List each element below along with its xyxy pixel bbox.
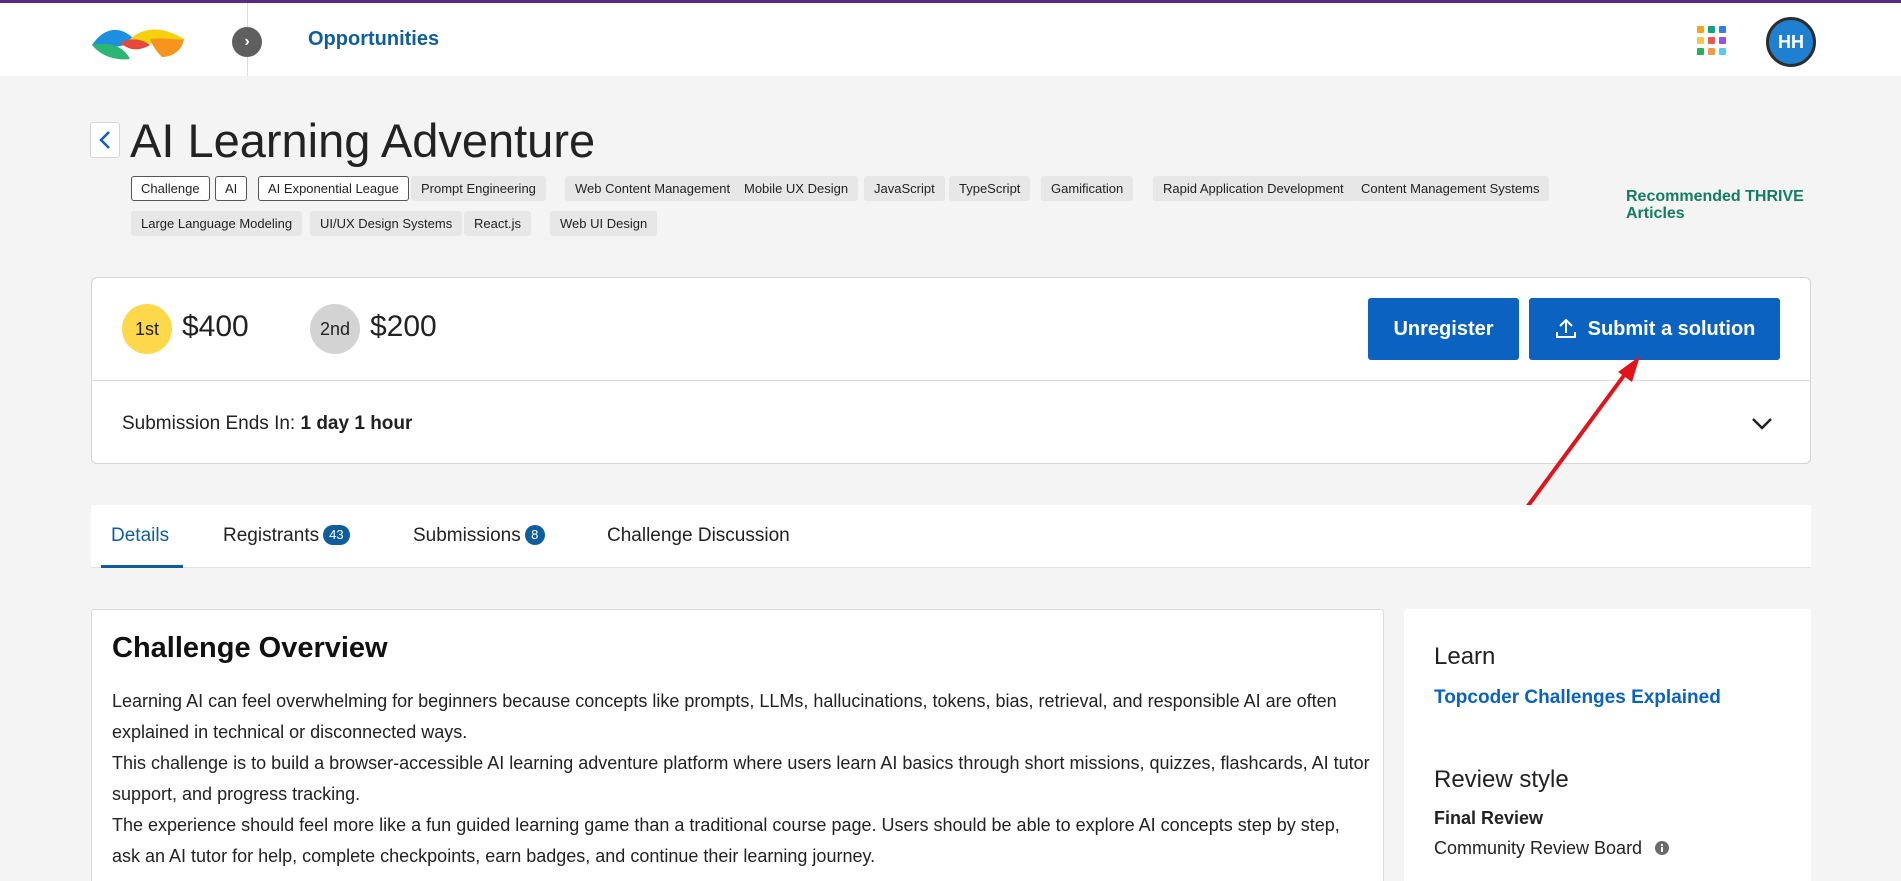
skill-tag: UI/UX Design Systems (310, 211, 463, 236)
submission-deadline: Submission Ends In: 1 day 1 hour (122, 413, 412, 435)
chevron-left-icon (99, 131, 110, 149)
tab-submissions-label: Submissions (413, 525, 521, 546)
page-title: AI Learning Adventure (130, 114, 596, 167)
skill-tag: TypeScript (949, 176, 1031, 201)
unregister-button[interactable]: Unregister (1368, 298, 1519, 360)
skill-tag: Content Management Systems (1351, 176, 1550, 201)
apps-grid-dot (1697, 48, 1704, 55)
registrants-count-badge: 43 (323, 525, 350, 545)
skill-tag: React.js (464, 211, 531, 236)
nav-expand-button[interactable]: › (232, 27, 262, 57)
challenge-overview-panel: Challenge Overview Learning AI can feel … (91, 609, 1384, 881)
prize-second-amount: $200 (370, 310, 437, 343)
tab-registrants-label: Registrants (223, 525, 320, 546)
submit-solution-label: Submit a solution (1587, 317, 1756, 340)
upload-icon (1555, 318, 1576, 338)
topcoder-logo[interactable] (90, 23, 186, 63)
skill-tag: Challenge (131, 176, 210, 201)
learn-heading: Learn (1434, 643, 1496, 670)
challenge-tabs: Details Registrants 43 Submissions 8 Chall… (91, 505, 1811, 568)
apps-grid-dot (1708, 48, 1715, 55)
submissions-count-badge: 8 (524, 525, 545, 545)
prize-second-badge: 2nd (310, 304, 360, 354)
apps-grid-dot (1697, 26, 1704, 33)
tab-challenge-discussion[interactable]: Challenge Discussion (607, 525, 790, 547)
tab-details[interactable]: Details (111, 525, 169, 547)
overview-body: Learning AI can feel overwhelming for be… (112, 686, 1372, 872)
back-button[interactable] (90, 122, 120, 158)
skill-tag: AI Exponential League (258, 176, 409, 201)
apps-grid-icon[interactable] (1697, 26, 1727, 56)
skill-tag: Gamification (1041, 176, 1134, 201)
apps-grid-dot (1708, 37, 1715, 44)
skill-tag: Rapid Application Development (1153, 176, 1354, 201)
annotation-arrow (1520, 356, 1640, 516)
skill-tag: JavaScript (864, 176, 945, 201)
apps-grid-dot (1719, 37, 1726, 44)
skill-tag: Large Language Modeling (131, 211, 303, 236)
deadline-value: 1 day 1 hour (300, 413, 413, 434)
prize-first-badge: 1st (122, 304, 172, 354)
skill-tag: Prompt Engineering (411, 176, 546, 201)
overview-paragraph: The experience should feel more like a f… (112, 815, 1340, 866)
overview-paragraph: Learning AI can feel overwhelming for be… (112, 691, 1337, 742)
tab-discussion-label: Challenge Discussion (607, 525, 790, 546)
tab-registrants[interactable]: Registrants 43 (223, 525, 350, 547)
chevron-down-icon[interactable] (1749, 410, 1775, 436)
overview-title: Challenge Overview (112, 632, 388, 664)
review-board: Community Review Board (1434, 838, 1670, 859)
unregister-label: Unregister (1393, 317, 1494, 340)
tab-submissions[interactable]: Submissions 8 (413, 525, 545, 547)
skill-tag: Web Content Management (565, 176, 741, 201)
deadline-label: Submission Ends In: (122, 413, 296, 434)
overview-paragraph: This challenge is to build a browser-acc… (112, 753, 1370, 804)
app-header: › Opportunities HH (0, 3, 1901, 76)
sidebar-panel: Learn Topcoder Challenges Explained Revi… (1404, 609, 1811, 881)
apps-grid-dot (1708, 26, 1715, 33)
skill-tag: Web UI Design (550, 211, 658, 236)
review-board-label: Community Review Board (1434, 838, 1643, 858)
review-style-heading: Review style (1434, 766, 1569, 793)
info-icon[interactable] (1655, 841, 1670, 855)
topcoder-challenges-explained-link[interactable]: Topcoder Challenges Explained (1434, 687, 1721, 709)
active-tab-indicator (101, 565, 183, 568)
apps-grid-dot (1697, 37, 1704, 44)
user-avatar[interactable]: HH (1766, 17, 1816, 67)
recommended-thrive-articles-link[interactable]: Recommended THRIVE Articles (1626, 188, 1816, 222)
review-type: Final Review (1434, 808, 1544, 828)
prize-first-amount: $400 (182, 310, 249, 343)
apps-grid-dot (1719, 48, 1726, 55)
skill-tag: Mobile UX Design (734, 176, 859, 201)
skill-tag: AI (215, 176, 248, 201)
apps-grid-dot (1719, 26, 1726, 33)
nav-title-opportunities[interactable]: Opportunities (308, 28, 439, 51)
chevron-right-icon: › (244, 33, 250, 50)
tab-details-label: Details (111, 525, 170, 546)
